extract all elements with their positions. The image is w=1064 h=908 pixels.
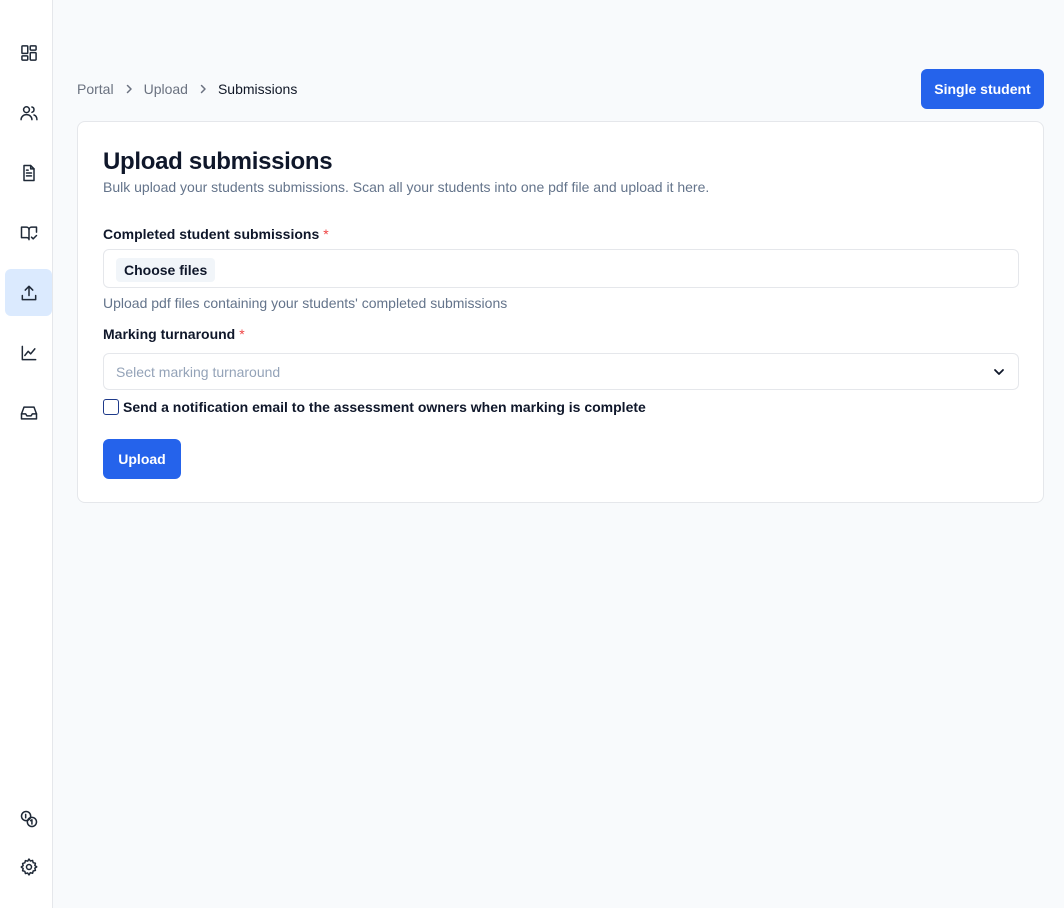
turnaround-label-text: Marking turnaround: [103, 326, 236, 342]
notify-checkbox-label[interactable]: Send a notification email to the assessm…: [123, 399, 646, 415]
dashboard-icon: [20, 44, 37, 61]
gear-icon: [20, 857, 37, 876]
sidebar-item-assessments[interactable]: [5, 209, 52, 256]
page-title: Upload submissions: [103, 148, 333, 175]
coins-icon: [20, 810, 37, 827]
chevron-right-icon: [188, 83, 218, 95]
inbox-icon: [20, 405, 37, 420]
chart-icon: [21, 345, 36, 360]
sidebar-item-users[interactable]: [5, 89, 52, 136]
notify-checkbox[interactable]: [103, 399, 119, 415]
document-icon: [22, 164, 35, 181]
breadcrumb-submissions: Submissions: [217, 81, 298, 97]
sidebar: [0, 0, 53, 908]
files-field-label: Completed student submissions *: [103, 226, 329, 242]
required-marker: *: [239, 326, 245, 342]
upload-icon: [21, 285, 36, 300]
breadcrumb-upload[interactable]: Upload: [144, 81, 188, 97]
book-check-icon: [20, 225, 37, 240]
sidebar-item-analytics[interactable]: [5, 329, 52, 376]
breadcrumb: Portal Upload Submissions: [77, 80, 297, 98]
select-placeholder: Select marking turnaround: [116, 364, 281, 380]
required-marker: *: [323, 226, 329, 242]
main-content: Portal Upload Submissions Single student…: [53, 0, 1064, 908]
files-help-text: Upload pdf files containing your student…: [103, 295, 508, 311]
marking-turnaround-select[interactable]: Select marking turnaround: [103, 353, 1019, 390]
sidebar-item-documents[interactable]: [5, 149, 52, 196]
page-description: Bulk upload your students submissions. S…: [103, 179, 710, 195]
sidebar-item-settings[interactable]: [5, 843, 52, 890]
chevron-right-icon: [114, 83, 144, 95]
sidebar-item-credits[interactable]: [5, 795, 52, 842]
breadcrumb-portal[interactable]: Portal: [77, 81, 114, 97]
chevron-down-icon: [994, 369, 1004, 375]
single-student-button[interactable]: Single student: [921, 69, 1044, 109]
sidebar-item-inbox[interactable]: [5, 389, 52, 436]
turnaround-field-label: Marking turnaround *: [103, 326, 245, 342]
choose-files-button[interactable]: Choose files: [116, 258, 216, 282]
notify-checkbox-row: Send a notification email to the assessm…: [103, 398, 646, 416]
sidebar-item-upload[interactable]: [5, 269, 52, 316]
file-input[interactable]: Choose files: [103, 249, 1019, 288]
upload-card: Upload submissions Bulk upload your stud…: [77, 121, 1044, 503]
files-label-text: Completed student submissions: [103, 226, 320, 242]
users-icon: [19, 105, 38, 120]
sidebar-item-dashboard[interactable]: [5, 29, 52, 76]
upload-button[interactable]: Upload: [103, 439, 181, 479]
